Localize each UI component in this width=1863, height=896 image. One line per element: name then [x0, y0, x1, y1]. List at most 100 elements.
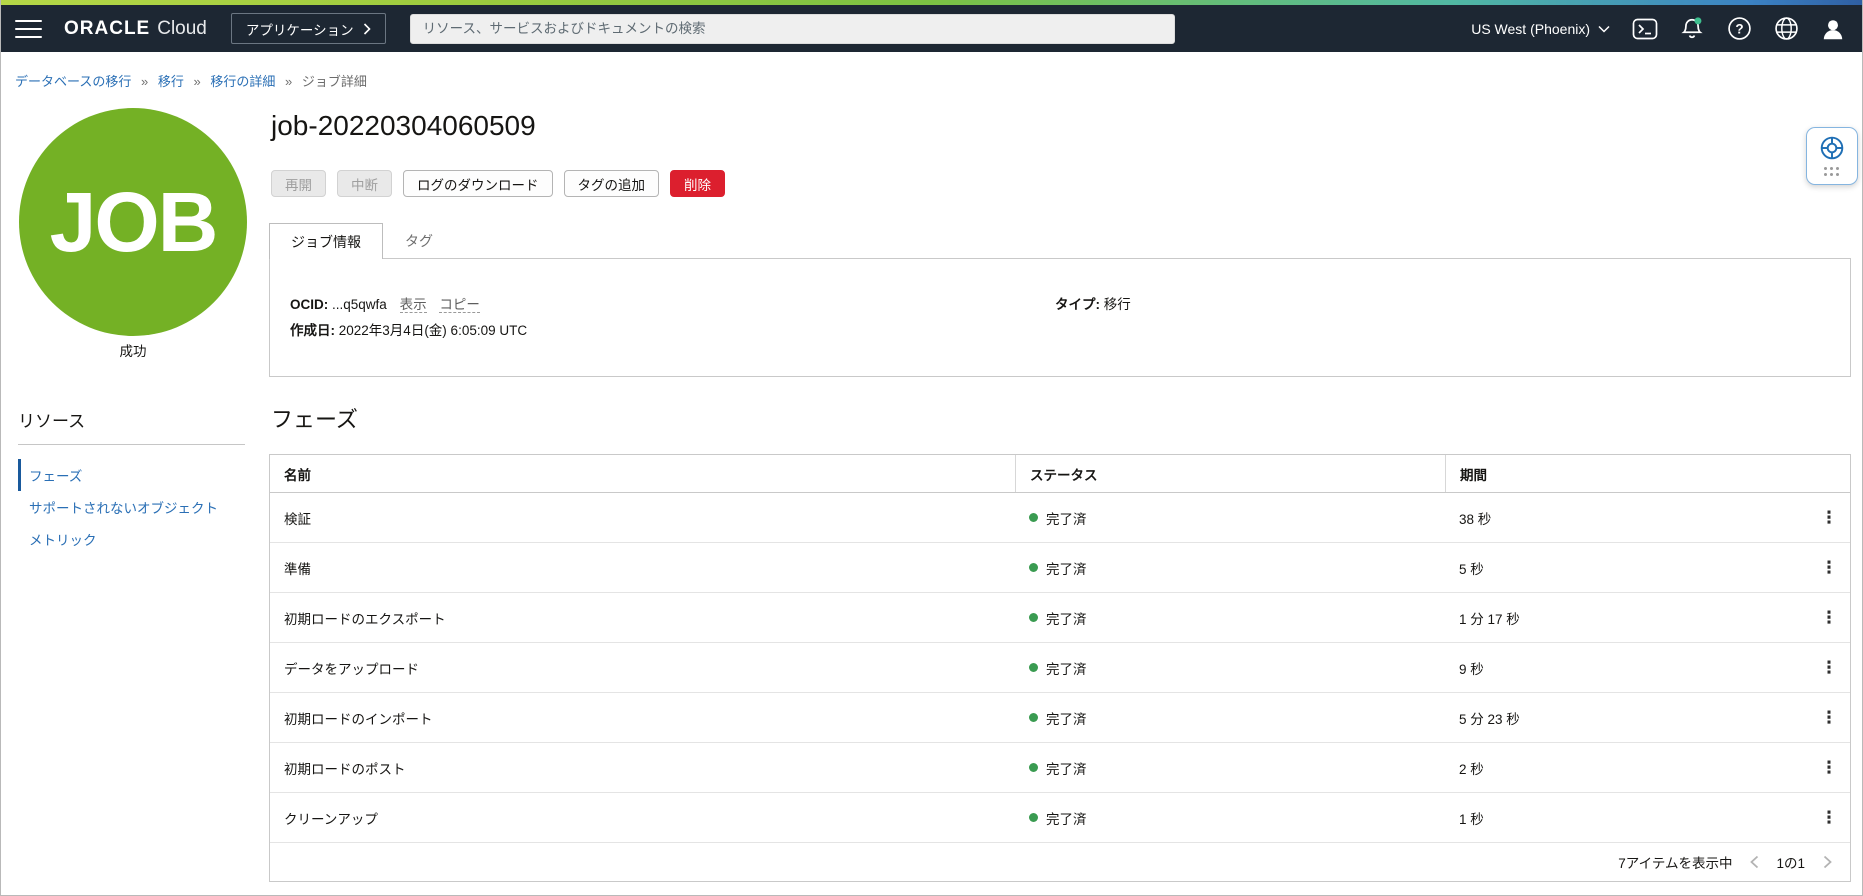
row-actions-menu-button[interactable]: ⋮	[1816, 605, 1842, 631]
phase-status: 完了済	[1015, 758, 1445, 778]
abort-button[interactable]: 中断	[337, 170, 392, 197]
row-actions-menu-button[interactable]: ⋮	[1816, 755, 1842, 781]
phase-name: 初期ロードのエクスポート	[284, 611, 446, 627]
drag-handle-dots-icon[interactable]	[1824, 167, 1840, 177]
ocid-value: ...q5qwfa	[332, 297, 387, 312]
status-dot-icon	[1029, 813, 1038, 822]
breadcrumb: データベースの移行 » 移行 » 移行の詳細 » ジョブ詳細	[15, 71, 367, 90]
phase-name: 検証	[284, 511, 311, 527]
job-badge-label: JOB	[49, 174, 219, 269]
status-dot-icon	[1029, 663, 1038, 672]
status-dot-icon	[1029, 613, 1038, 622]
ocid-label: OCID:	[290, 297, 329, 312]
phase-name: 準備	[284, 561, 311, 577]
region-selector[interactable]: US West (Phoenix)	[1471, 21, 1610, 37]
detail-tabs: ジョブ情報 タグ	[269, 223, 455, 259]
resources-nav: フェーズ サポートされないオブジェクト メトリック	[18, 459, 258, 555]
table-row: クリーンアップ 完了済 1 秒 ⋮	[270, 793, 1850, 843]
phase-name: 初期ロードのインポート	[284, 711, 433, 727]
sidebar-item-phases[interactable]: フェーズ	[18, 459, 258, 491]
phase-name: データをアップロード	[284, 661, 419, 677]
breadcrumb-separator: »	[284, 74, 293, 89]
status-text: 完了済	[1046, 661, 1087, 677]
language-globe-icon[interactable]	[1771, 14, 1801, 44]
status-text: 完了済	[1046, 761, 1087, 777]
phase-duration: 5 分 23 秒	[1459, 711, 1520, 727]
job-status-label: 成功	[119, 344, 147, 359]
row-actions-menu-button[interactable]: ⋮	[1816, 705, 1842, 731]
column-header-name: 名前	[284, 467, 311, 483]
phase-duration: 38 秒	[1459, 511, 1492, 527]
page-title: job-20220304060509	[271, 110, 536, 141]
table-row: データをアップロード 完了済 9 秒 ⋮	[270, 643, 1850, 693]
type-value: 移行	[1103, 297, 1131, 312]
status-text: 完了済	[1046, 611, 1087, 627]
phase-duration: 9 秒	[1459, 661, 1484, 677]
job-information-panel: OCID: ...q5qwfa 表示 コピー 作成日: 2022年3月4日(金)…	[269, 258, 1851, 377]
cloud-shell-icon[interactable]	[1630, 14, 1660, 44]
created-label: 作成日:	[290, 323, 335, 338]
tab-tags[interactable]: タグ	[383, 223, 455, 259]
table-row: 初期ロードのエクスポート 完了済 1 分 17 秒 ⋮	[270, 593, 1850, 643]
row-actions-menu-button[interactable]: ⋮	[1816, 505, 1842, 531]
breadcrumb-link-database-migration[interactable]: データベースの移行	[15, 74, 131, 89]
row-actions-menu-button[interactable]: ⋮	[1816, 555, 1842, 581]
help-icon[interactable]: ?	[1724, 14, 1754, 44]
svg-text:?: ?	[1735, 21, 1743, 36]
oracle-cloud-console: ORACLE Cloud アプリケーション US West (Phoenix)	[0, 0, 1863, 896]
created-value: 2022年3月4日(金) 6:05:09 UTC	[338, 323, 528, 338]
previous-page-button[interactable]	[1745, 853, 1763, 871]
chevron-down-icon	[1598, 25, 1610, 33]
phase-status: 完了済	[1015, 558, 1445, 578]
phases-table: 名前 ステータス 期間 検証 完了済 38 秒 ⋮ 準備 完了済 5 秒 ⋮ 初…	[269, 454, 1851, 882]
status-dot-icon	[1029, 563, 1038, 572]
resume-button[interactable]: 再開	[271, 170, 326, 197]
items-count-text: 7アイテムを表示中	[1618, 856, 1733, 871]
chevron-right-icon	[363, 22, 371, 35]
ocid-show-link[interactable]: 表示	[399, 297, 427, 313]
download-log-button[interactable]: ログのダウンロード	[403, 170, 553, 197]
page-indicator: 1の1	[1776, 856, 1805, 871]
phase-name: クリーンアップ	[284, 811, 378, 827]
breadcrumb-separator: »	[140, 74, 149, 89]
search-input[interactable]	[409, 13, 1175, 44]
phase-status: 完了済	[1015, 508, 1445, 528]
breadcrumb-link-migrations[interactable]: 移行	[158, 74, 184, 89]
add-tags-button[interactable]: タグの追加	[563, 170, 659, 197]
phases-table-header: 名前 ステータス 期間	[270, 455, 1850, 493]
status-dot-icon	[1029, 763, 1038, 772]
user-avatar-icon[interactable]	[1818, 14, 1848, 44]
breadcrumb-current-job-details: ジョブ詳細	[301, 74, 367, 89]
row-actions-menu-button[interactable]: ⋮	[1816, 655, 1842, 681]
table-row: 準備 完了済 5 秒 ⋮	[270, 543, 1850, 593]
tab-job-information[interactable]: ジョブ情報	[269, 223, 383, 259]
brand-oracle: ORACLE	[64, 17, 151, 39]
job-badge: JOB	[19, 108, 247, 336]
support-widget[interactable]	[1806, 127, 1858, 185]
status-dot-icon	[1029, 713, 1038, 722]
sidebar-item-metrics[interactable]: メトリック	[18, 523, 258, 555]
action-buttons: 再開 中断 ログのダウンロード タグの追加 削除	[271, 170, 725, 197]
applications-button[interactable]: アプリケーション	[230, 13, 386, 44]
hamburger-menu-icon[interactable]	[15, 19, 42, 38]
ocid-copy-link[interactable]: コピー	[439, 297, 480, 313]
resources-title: リソース	[18, 412, 86, 431]
delete-button[interactable]: 削除	[670, 170, 725, 197]
breadcrumb-link-migration-details[interactable]: 移行の詳細	[210, 74, 275, 89]
phase-status: 完了済	[1015, 658, 1445, 678]
table-row: 初期ロードのインポート 完了済 5 分 23 秒 ⋮	[270, 693, 1850, 743]
next-page-button[interactable]	[1818, 853, 1836, 871]
created-field: 作成日: 2022年3月4日(金) 6:05:09 UTC	[290, 319, 527, 339]
sidebar-item-unsupported-objects[interactable]: サポートされないオブジェクト	[18, 491, 258, 523]
table-row: 検証 完了済 38 秒 ⋮	[270, 493, 1850, 543]
row-actions-menu-button[interactable]: ⋮	[1816, 805, 1842, 831]
status-text: 完了済	[1046, 511, 1087, 527]
type-field: タイプ: 移行	[1055, 293, 1131, 313]
life-buoy-icon	[1820, 136, 1844, 160]
brand-cloud: Cloud	[157, 17, 207, 39]
breadcrumb-separator: »	[193, 74, 201, 89]
notifications-bell-icon[interactable]	[1677, 14, 1707, 44]
resources-divider	[18, 444, 245, 445]
phase-status: 完了済	[1015, 608, 1445, 628]
oracle-cloud-logo[interactable]: ORACLE Cloud	[64, 18, 207, 40]
